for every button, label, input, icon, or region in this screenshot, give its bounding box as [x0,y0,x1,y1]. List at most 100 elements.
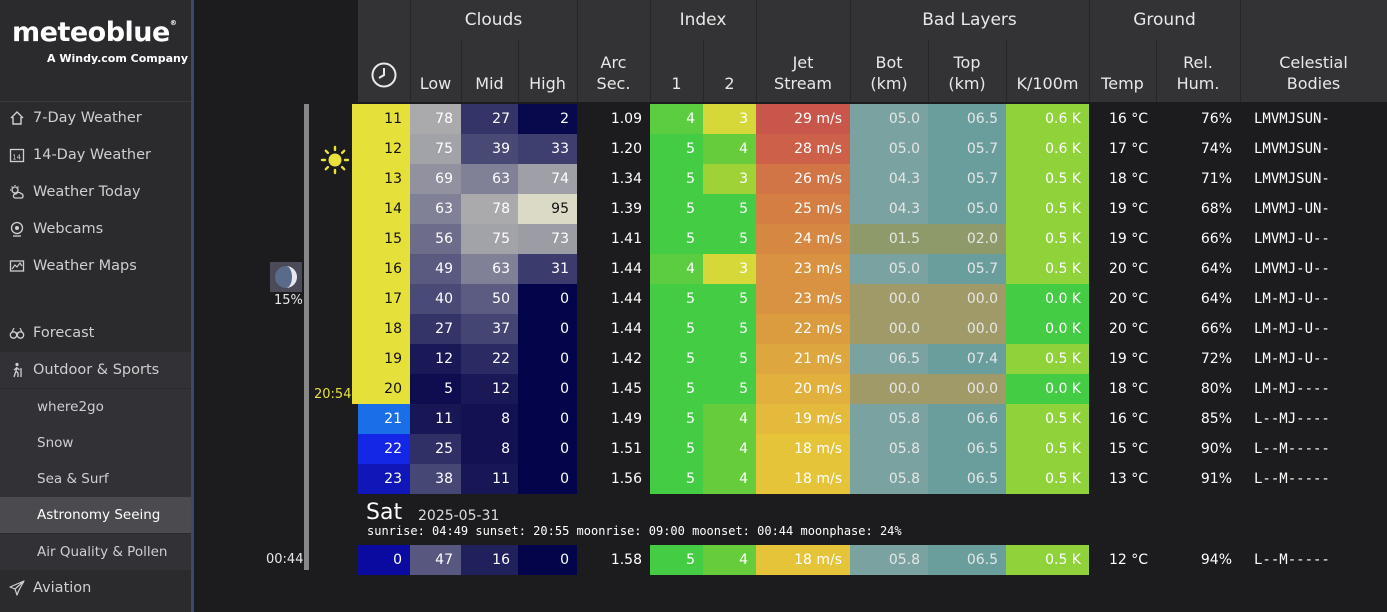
nav-label: Aviation [33,580,92,596]
layer-top-cell: 02.0 [928,224,1006,254]
cloud-high-cell: 0 [518,434,577,464]
sunset-time: 20:54 [314,387,352,402]
celestial-cell: LMVMJSUN- [1254,141,1330,157]
hiker-icon [8,361,26,379]
nav-webcams[interactable]: Webcams [0,211,191,247]
nav-label: Astronomy Seeing [37,507,161,523]
arc-sec-cell: 1.20 [610,141,642,157]
nav-air-quality-pollen[interactable]: Air Quality & Pollen [0,534,191,570]
index-1-cell: 5 [650,434,703,464]
col-temp: Temp [1089,40,1156,102]
k-per-100m-cell: 0.0 K [1006,284,1089,314]
celestial-cell: LM-MJ-U-- [1254,291,1330,307]
nav-14-day-weather[interactable]: 14 14-Day Weather [0,137,191,173]
header-spacer [358,0,410,40]
table-row: 19 12 22 0 1.42 5 5 21 m/s 06.5 07.4 0.5 K 19 °C 72%… [358,344,1387,374]
nav-snow[interactable]: Snow [0,425,191,461]
temp-cell: 20 °C [1108,291,1148,307]
rel-hum-cell: 71% [1200,171,1232,187]
nav-label: Weather Today [33,184,141,200]
temp-cell: 18 °C [1108,171,1148,187]
table-row: 14 63 78 95 1.39 5 5 25 m/s 04.3 05.0 0.5 K 19 °C 68… [358,194,1387,224]
k-per-100m-cell: 0.0 K [1006,314,1089,344]
arc-sec-cell: 1.44 [610,291,642,307]
day-name: Sat [366,500,403,525]
temp-cell: 18 °C [1108,381,1148,397]
col-time [358,40,410,102]
rel-hum-cell: 94% [1200,552,1232,568]
nav-weather-maps[interactable]: Weather Maps [0,248,191,284]
nav-label: Forecast [33,325,95,341]
cloud-low-cell: 63 [410,194,461,224]
cloud-mid-cell: 78 [461,194,518,224]
celestial-cell: LM-MJ-U-- [1254,321,1330,337]
sidebar: meteoblue® A Windy.com Company 7-Day Wea… [0,0,191,612]
celestial-cell: L--MJ---- [1254,411,1330,427]
nav-astronomy-seeing[interactable]: Astronomy Seeing [0,497,191,533]
hour-cell: 21 [358,404,410,434]
layer-bot-cell: 05.0 [850,254,928,284]
arc-sec-cell: 1.45 [610,381,642,397]
nav-weather-today[interactable]: Weather Today [0,174,191,210]
cloud-high-cell: 0 [518,314,577,344]
cloud-mid-cell: 22 [461,344,518,374]
nav-where2go[interactable]: where2go [0,389,191,425]
svg-text:14: 14 [12,154,21,162]
layer-top-cell: 00.0 [928,314,1006,344]
table-row: 22 25 8 0 1.51 5 4 18 m/s 05.8 06.5 0.5 K 15 °C 90% L… [358,434,1387,464]
index-2-cell: 4 [703,134,756,164]
temp-cell: 19 °C [1108,351,1148,367]
group-bad-layers: Bad Layers [850,0,1089,40]
moon-phase-icon [270,262,302,292]
index-1-cell: 5 [650,464,703,494]
index-1-cell: 5 [650,224,703,254]
nav-sea-surf[interactable]: Sea & Surf [0,461,191,497]
arc-sec-cell: 1.41 [610,231,642,247]
col-arc-sec: Arc Sec. [577,40,650,102]
layer-bot-cell: 05.8 [850,434,928,464]
k-per-100m-cell: 0.0 K [1006,374,1089,404]
cloud-high-cell: 33 [518,134,577,164]
index-2-cell: 5 [703,344,756,374]
nav-aviation[interactable]: Aviation [0,570,191,606]
cloud-high-cell: 0 [518,404,577,434]
col-celestial: Celestial Bodies [1240,40,1387,102]
arc-sec-cell: 1.58 [610,552,642,568]
sun-cloud-icon [8,183,26,201]
jet-stream-cell: 19 m/s [756,404,850,434]
nav-outdoor-sports[interactable]: Outdoor & Sports [0,352,191,388]
col-mid: Mid [461,40,518,102]
celestial-cell: L--M----- [1254,471,1330,487]
cloud-mid-cell: 50 [461,284,518,314]
index-1-cell: 4 [650,254,703,284]
index-1-cell: 5 [650,194,703,224]
index-1-cell: 4 [650,104,703,134]
k-per-100m-cell: 0.5 K [1006,164,1089,194]
temp-cell: 15 °C [1108,441,1148,457]
k-per-100m-cell: 0.6 K [1006,104,1089,134]
k-per-100m-cell: 0.5 K [1006,344,1089,374]
nav-7-day-weather[interactable]: 7-Day Weather [0,100,191,136]
group-ground: Ground [1089,0,1240,40]
layer-bot-cell: 04.3 [850,194,928,224]
temp-cell: 13 °C [1108,471,1148,487]
layer-top-cell: 06.5 [928,545,1006,575]
brand-logo[interactable]: meteoblue® [12,17,177,48]
day-date: 2025-05-31 [418,508,500,524]
cloud-mid-cell: 63 [461,254,518,284]
index-2-cell: 5 [703,224,756,254]
cloud-mid-cell: 11 [461,464,518,494]
temp-cell: 12 °C [1108,552,1148,568]
layer-bot-cell: 05.8 [850,404,928,434]
temp-cell: 19 °C [1108,231,1148,247]
layer-top-cell: 07.4 [928,344,1006,374]
k-per-100m-cell: 0.5 K [1006,464,1089,494]
webcam-icon [8,220,26,238]
table-row: 11 78 27 2 1.09 4 3 29 m/s 05.0 06.5 0.6 K 16 °C 76%… [358,104,1387,134]
jet-stream-cell: 28 m/s [756,134,850,164]
cloud-mid-cell: 8 [461,404,518,434]
col-index-1: 1 [650,40,703,102]
nav-forecast[interactable]: Forecast [0,315,191,351]
cloud-high-cell: 2 [518,104,577,134]
celestial-cell: LMVMJ-U-- [1254,261,1330,277]
